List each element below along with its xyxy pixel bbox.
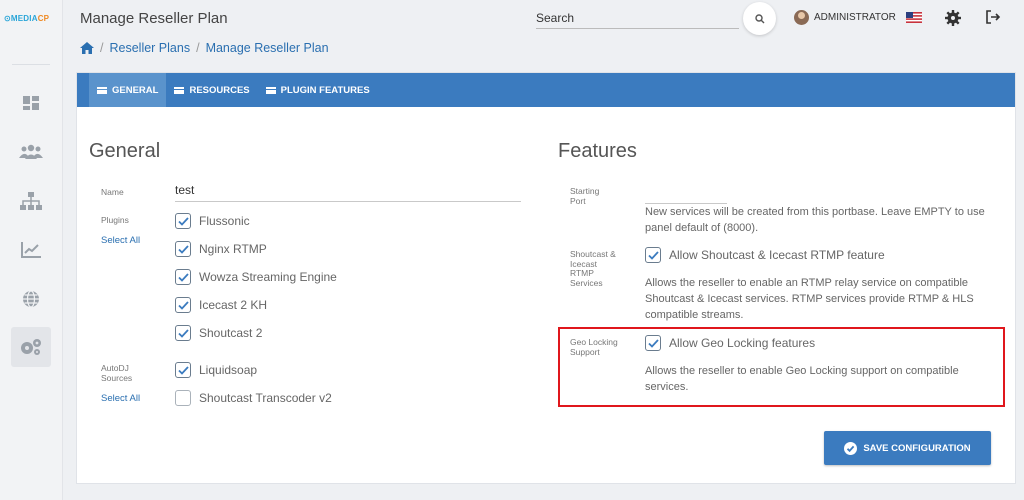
gear-icon[interactable] bbox=[944, 9, 962, 27]
sidebar-item-globe[interactable] bbox=[11, 279, 51, 319]
plugin-nginx-rtmp[interactable]: Nginx RTMP bbox=[175, 241, 267, 257]
check-icon bbox=[177, 328, 189, 338]
sidebar-item-stats[interactable] bbox=[11, 230, 51, 270]
check-icon bbox=[647, 250, 659, 260]
checkbox-checked[interactable] bbox=[645, 247, 661, 263]
plugins-label: Plugins bbox=[101, 215, 129, 225]
starting-port-label: Starting Port bbox=[570, 186, 600, 206]
plugin-shoutcast[interactable]: Shoutcast 2 bbox=[175, 325, 262, 341]
check-icon bbox=[177, 365, 189, 375]
checkbox-checked[interactable] bbox=[175, 297, 191, 313]
sidebar-divider bbox=[12, 64, 50, 65]
logo-text-cp: CP bbox=[37, 14, 50, 23]
plugins-select-all-link[interactable]: Select All bbox=[101, 235, 140, 246]
name-input[interactable] bbox=[175, 179, 521, 201]
starting-port-help: New services will be created from this p… bbox=[645, 206, 985, 234]
page-title: Manage Reseller Plan bbox=[80, 10, 228, 27]
check-icon bbox=[177, 216, 189, 226]
breadcrumb-reseller-plans[interactable]: Reseller Plans bbox=[109, 41, 190, 55]
avatar bbox=[794, 10, 809, 25]
list-icon bbox=[174, 86, 185, 94]
us-flag-icon[interactable] bbox=[906, 12, 922, 23]
list-icon bbox=[97, 86, 107, 94]
settings-icon bbox=[21, 339, 41, 355]
tab-general[interactable]: GENERAL bbox=[89, 73, 167, 107]
check-icon bbox=[177, 300, 189, 310]
checkbox-checked[interactable] bbox=[175, 325, 191, 341]
list-icon bbox=[265, 86, 276, 94]
checkbox-unchecked[interactable] bbox=[175, 390, 191, 406]
checkbox-checked[interactable] bbox=[175, 213, 191, 229]
checkbox-checked[interactable] bbox=[175, 241, 191, 257]
highlight-box bbox=[558, 327, 1005, 407]
chart-icon bbox=[21, 242, 41, 258]
shoutcast-rtmp-label: Shoutcast & Icecast RTMP Services bbox=[570, 249, 616, 288]
autodj-label: AutoDJ Sources bbox=[101, 363, 133, 383]
check-icon bbox=[177, 272, 189, 282]
starting-port-input[interactable] bbox=[645, 188, 727, 204]
breadcrumb: / Reseller Plans / Manage Reseller Plan bbox=[80, 41, 329, 55]
plugin-wowza[interactable]: Wowza Streaming Engine bbox=[175, 269, 337, 285]
name-label: Name bbox=[101, 187, 124, 197]
sitemap-icon bbox=[20, 192, 42, 210]
sidebar: ⊙MEDIACP bbox=[0, 0, 63, 500]
search-box bbox=[536, 8, 739, 29]
user-name: ADMINISTRATOR bbox=[814, 12, 896, 23]
name-field bbox=[175, 179, 521, 202]
logo[interactable]: ⊙MEDIACP bbox=[4, 14, 49, 23]
logout-icon[interactable] bbox=[985, 9, 1001, 25]
shoutcast-rtmp-option[interactable]: Allow Shoutcast & Icecast RTMP feature bbox=[645, 247, 885, 263]
plugin-flussonic[interactable]: Flussonic bbox=[175, 213, 250, 229]
dashboard-icon bbox=[23, 96, 39, 110]
checkbox-checked[interactable] bbox=[175, 362, 191, 378]
save-configuration-button[interactable]: SAVE CONFIGURATION bbox=[824, 431, 991, 465]
autodj-liquidsoap[interactable]: Liquidsoap bbox=[175, 362, 257, 378]
shoutcast-rtmp-help: Allows the reseller to enable an RTMP re… bbox=[645, 277, 974, 321]
tab-resources[interactable]: RESOURCES bbox=[166, 73, 257, 107]
users-icon bbox=[19, 144, 43, 159]
sidebar-item-settings[interactable] bbox=[11, 327, 51, 367]
autodj-shoutcast-transcoder[interactable]: Shoutcast Transcoder v2 bbox=[175, 390, 332, 406]
check-icon bbox=[177, 244, 189, 254]
tab-plugin-features[interactable]: PLUGIN FEATURES bbox=[258, 73, 378, 107]
sidebar-item-dashboard[interactable] bbox=[11, 83, 51, 123]
breadcrumb-current[interactable]: Manage Reseller Plan bbox=[206, 41, 329, 55]
home-icon[interactable] bbox=[80, 42, 94, 54]
logo-text-media: MEDIA bbox=[10, 14, 38, 23]
checkbox-checked[interactable] bbox=[175, 269, 191, 285]
check-circle-icon bbox=[844, 441, 858, 455]
sidebar-item-sitemap[interactable] bbox=[11, 181, 51, 221]
tab-bar: GENERAL RESOURCES PLUGIN FEATURES bbox=[77, 73, 1015, 107]
search-button[interactable] bbox=[743, 2, 776, 35]
sidebar-item-users[interactable] bbox=[11, 132, 51, 172]
starting-port-field bbox=[645, 188, 727, 204]
user-menu[interactable]: ADMINISTRATOR bbox=[794, 10, 896, 25]
features-title: Features bbox=[558, 140, 637, 162]
search-icon bbox=[754, 13, 764, 23]
autodj-select-all-link[interactable]: Select All bbox=[101, 393, 140, 404]
search-input[interactable] bbox=[536, 8, 739, 28]
plugin-icecast[interactable]: Icecast 2 KH bbox=[175, 297, 267, 313]
general-title: General bbox=[89, 140, 161, 162]
globe-icon bbox=[23, 290, 39, 308]
plan-card: GENERAL RESOURCES PLUGIN FEATURES Genera… bbox=[76, 72, 1016, 484]
